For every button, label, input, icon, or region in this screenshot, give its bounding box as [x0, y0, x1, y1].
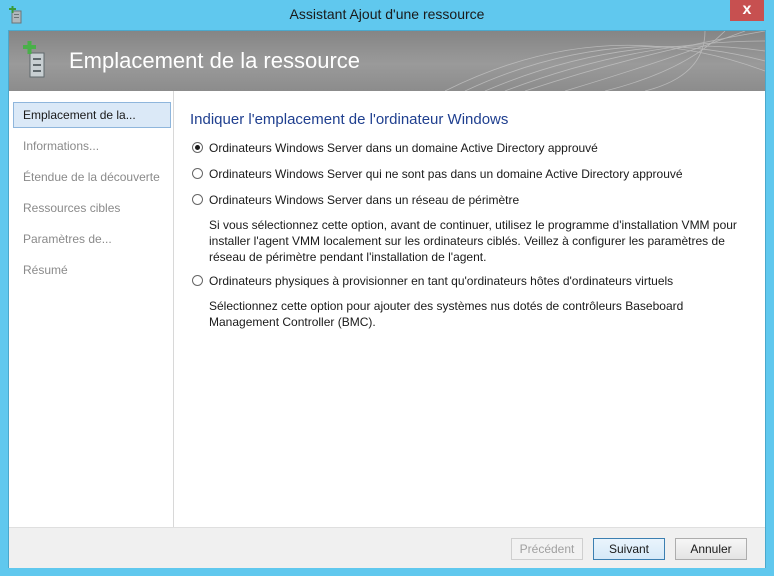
page-title: Emplacement de la ressource [69, 48, 361, 73]
wizard-window: Assistant Ajout d'une ressource x Emplac… [0, 0, 774, 576]
add-server-icon [23, 41, 45, 78]
wizard-client-area: Emplacement de la ressource Emplacement … [8, 30, 766, 568]
close-button[interactable]: x [730, 0, 764, 21]
radio-button[interactable] [192, 275, 203, 286]
wizard-footer: Précédent Suivant Annuler [9, 527, 765, 568]
option-description: Si vous sélectionnez cette option, avant… [209, 218, 737, 264]
sidebar-item-emplacement[interactable]: Emplacement de la... [13, 102, 171, 128]
sidebar-item-parametres[interactable]: Paramètres de... [13, 226, 171, 252]
section-heading: Indiquer l'emplacement de l'ordinateur W… [190, 111, 509, 128]
option-label: Ordinateurs Windows Server dans un résea… [209, 193, 520, 207]
sidebar-item-informations[interactable]: Informations... [13, 133, 171, 159]
radio-button-selected[interactable] [192, 142, 203, 153]
wizard-steps-sidebar: Emplacement de la... Informations... Éte… [9, 91, 174, 527]
cancel-button[interactable]: Annuler [675, 538, 747, 560]
option-label: Ordinateurs Windows Server qui ne sont p… [209, 167, 683, 181]
radio-button[interactable] [192, 194, 203, 205]
close-icon: x [742, 1, 752, 18]
option-description: Sélectionnez cette option pour ajouter d… [209, 299, 684, 329]
radio-button[interactable] [192, 168, 203, 179]
main-content: Indiquer l'emplacement de l'ordinateur W… [174, 91, 765, 527]
next-button[interactable]: Suivant [593, 538, 665, 560]
option-label: Ordinateurs physiques à provisionner en … [209, 274, 674, 288]
header-banner: Emplacement de la ressource [9, 31, 765, 91]
previous-button[interactable]: Précédent [511, 538, 583, 560]
option-label: Ordinateurs Windows Server dans un domai… [209, 141, 598, 155]
title-bar[interactable]: Assistant Ajout d'une ressource x [0, 0, 774, 30]
sidebar-item-resume[interactable]: Résumé [13, 257, 171, 283]
banner-decoration [445, 31, 765, 91]
sidebar-item-ressources[interactable]: Ressources cibles [13, 195, 171, 221]
sidebar-item-etendue[interactable]: Étendue de la découverte [13, 164, 171, 190]
window-title: Assistant Ajout d'une ressource [289, 6, 485, 22]
